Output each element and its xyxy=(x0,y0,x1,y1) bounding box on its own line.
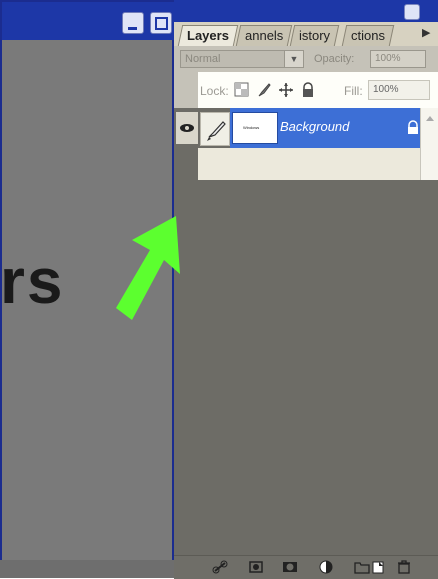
layer-lock-icon xyxy=(408,120,418,134)
trash-icon[interactable] xyxy=(396,560,412,574)
layer-row-background[interactable]: Windows Background xyxy=(174,108,438,184)
document-title-bar[interactable] xyxy=(2,2,174,40)
empty-margin xyxy=(174,148,198,180)
visibility-cell xyxy=(174,108,198,148)
tab-label: annels xyxy=(245,28,284,43)
tab-label: istory xyxy=(299,28,331,43)
tab-history[interactable]: istory xyxy=(289,25,340,46)
eye-icon xyxy=(180,124,194,132)
new-layer-icon[interactable] xyxy=(370,560,386,574)
palette-title-bar[interactable] xyxy=(174,0,438,22)
thumbnail-text: Windows xyxy=(243,125,260,130)
layer-thumbnail: Windows xyxy=(232,112,278,144)
maximize-button[interactable] xyxy=(150,12,172,34)
layers-scrollbar[interactable] xyxy=(420,108,438,184)
adjustment-layer-icon[interactable] xyxy=(318,560,334,574)
lock-position-move-icon[interactable] xyxy=(278,82,294,98)
palette-tab-bar: Layers annels istory ctions xyxy=(174,22,438,46)
document-bottom-scrollbar[interactable] xyxy=(0,560,174,578)
green-arrow-icon xyxy=(116,216,180,320)
palette-minimize-button[interactable] xyxy=(404,4,420,20)
chevron-down-icon[interactable]: ▼ xyxy=(284,50,304,68)
blend-row: Normal ▼ Opacity: 100% xyxy=(174,46,438,72)
scroll-up-icon[interactable] xyxy=(421,108,438,128)
layers-palette: Layers annels istory ctions ▶ Normal ▼ O… xyxy=(174,0,438,579)
palette-menu-arrow-icon[interactable]: ▶ xyxy=(422,26,434,42)
tab-channels[interactable]: annels xyxy=(235,25,293,46)
link-layers-icon[interactable] xyxy=(212,560,228,574)
fill-field[interactable]: 100% xyxy=(368,80,430,100)
lock-transparency-icon[interactable] xyxy=(234,82,250,98)
opacity-label: Opacity: xyxy=(314,53,355,65)
layers-bottom-toolbar xyxy=(174,555,438,579)
layers-list-empty-area xyxy=(198,148,420,180)
minimize-button[interactable] xyxy=(122,12,144,34)
maximize-icon xyxy=(155,17,168,30)
canvas-text: rs xyxy=(0,245,65,317)
fill-label: Fill: xyxy=(344,84,363,98)
paintbrush-icon xyxy=(207,121,226,141)
lock-row-margin xyxy=(174,72,198,108)
lock-all-icon[interactable] xyxy=(300,82,316,98)
layer-name[interactable]: Background xyxy=(280,119,349,134)
new-group-icon[interactable] xyxy=(354,560,370,574)
layer-mask-icon[interactable] xyxy=(282,560,298,574)
link-paint-cell[interactable] xyxy=(200,112,230,146)
layer-selected-highlight[interactable]: Windows Background xyxy=(230,108,420,148)
minimize-icon xyxy=(128,27,137,30)
layer-style-icon[interactable] xyxy=(248,560,264,574)
tab-layers[interactable]: Layers xyxy=(177,25,239,46)
tab-actions[interactable]: ctions xyxy=(341,25,395,46)
palette-empty-area xyxy=(174,180,438,555)
lock-label: Lock: xyxy=(200,84,229,98)
opacity-field[interactable]: 100% xyxy=(370,50,426,68)
tab-label: Layers xyxy=(187,28,229,43)
lock-row: Lock: Fill: 100% ▶ xyxy=(198,72,438,108)
tab-label: ctions xyxy=(351,28,385,43)
lock-brush-icon[interactable] xyxy=(256,82,272,98)
visibility-toggle[interactable] xyxy=(176,112,198,144)
